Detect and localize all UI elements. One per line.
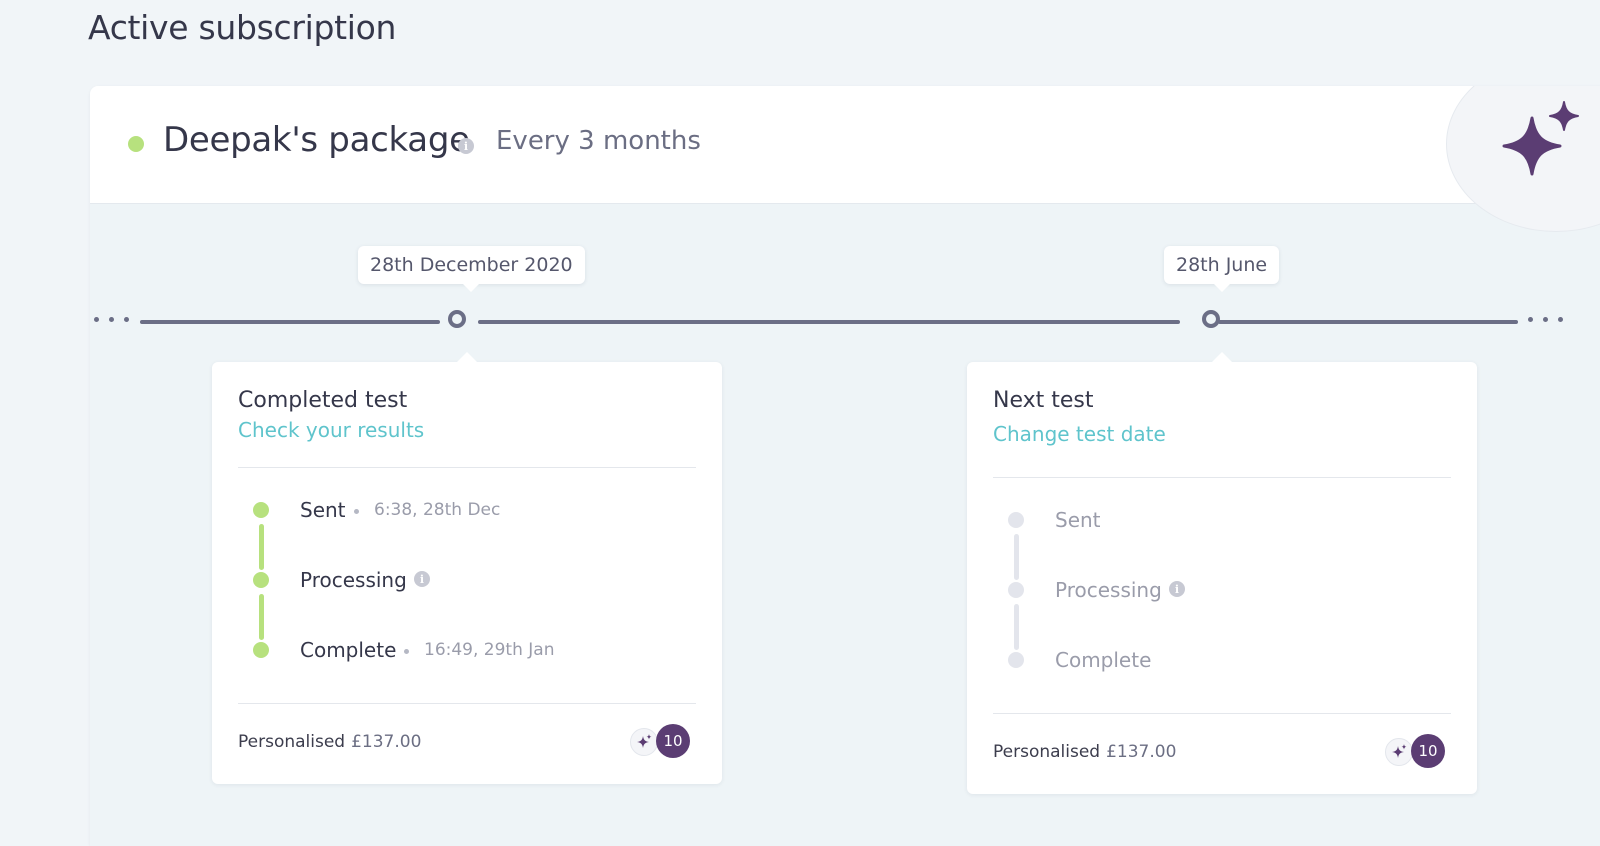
timeline-ellipsis-dot (94, 317, 99, 322)
sparkle-icon (1385, 738, 1413, 766)
step-time: 6:38, 28th Dec (374, 500, 501, 520)
step-label: Processing (300, 568, 407, 592)
package-header: Deepak's package i Every 3 months (90, 86, 1600, 232)
step-connector (1014, 604, 1019, 650)
step-label: Sent (300, 498, 346, 522)
sparkle-icon (630, 728, 658, 756)
timeline-ellipsis-dot (1558, 317, 1563, 322)
step-separator (354, 509, 359, 514)
package-price: £137.00 (351, 732, 422, 752)
timeline-line (140, 320, 440, 324)
package-type: Personalised £137.00 (993, 742, 1176, 762)
page-title: Active subscription (88, 8, 397, 47)
timeline-ellipsis-dot (1528, 317, 1533, 322)
package-name: Deepak's package (163, 120, 470, 160)
step-label: Processing (1055, 578, 1162, 602)
sparkle-icon (1502, 101, 1579, 176)
package-type: Personalised £137.00 (238, 732, 421, 752)
credits-badge: 10 (1385, 734, 1449, 770)
info-icon[interactable]: i (458, 138, 474, 154)
step-sent: Sent 6:38, 28th Dec (238, 498, 698, 522)
step-complete: Complete 16:49, 29th Jan (238, 638, 698, 662)
status-dot (128, 136, 144, 152)
credits-count: 10 (656, 724, 690, 758)
step-connector (259, 594, 264, 640)
step-processing: Processing i (993, 578, 1453, 602)
card-title: Completed test (238, 388, 408, 413)
timeline-date-tag: 28th June (1164, 246, 1280, 292)
timeline-ellipsis-dot (124, 317, 129, 322)
next-test-card: Next test Change test date Sent Processi… (967, 352, 1477, 794)
package-card: Deepak's package i Every 3 months 28th D… (90, 86, 1600, 846)
step-dot (253, 502, 269, 518)
step-dot (1008, 512, 1024, 528)
card-divider (993, 477, 1451, 478)
check-results-link[interactable]: Check your results (238, 418, 424, 442)
package-type-label: Personalised (993, 742, 1101, 762)
credits-badge: 10 (630, 724, 694, 760)
credits-count: 10 (1411, 734, 1445, 768)
card-title: Next test (993, 388, 1094, 413)
step-sent: Sent (993, 508, 1453, 532)
timeline-node[interactable] (448, 310, 466, 328)
step-label: Complete (1055, 648, 1152, 672)
step-label: Sent (1055, 508, 1101, 532)
step-connector (1014, 534, 1019, 580)
card-divider (238, 703, 696, 704)
package-price: £137.00 (1106, 742, 1177, 762)
step-dot (1008, 582, 1024, 598)
info-icon[interactable]: i (414, 571, 430, 587)
step-label: Complete (300, 638, 397, 662)
step-connector (259, 524, 264, 570)
timeline-line (478, 320, 1180, 324)
step-separator (404, 649, 409, 654)
step-complete: Complete (993, 648, 1453, 672)
completed-test-card: Completed test Check your results Sent 6… (212, 352, 722, 784)
timeline-node[interactable] (1202, 310, 1220, 328)
package-type-label: Personalised (238, 732, 346, 752)
timeline-date-tag: 28th December 2020 (358, 246, 585, 292)
step-dot (1008, 652, 1024, 668)
step-dot (253, 642, 269, 658)
card-divider (238, 467, 696, 468)
card-divider (993, 713, 1451, 714)
change-test-date-link[interactable]: Change test date (993, 422, 1166, 446)
step-dot (253, 572, 269, 588)
info-icon[interactable]: i (1169, 581, 1185, 597)
timeline-line (1218, 320, 1518, 324)
package-frequency: Every 3 months (496, 126, 701, 156)
step-time: 16:49, 29th Jan (424, 640, 555, 660)
timeline-ellipsis-dot (109, 317, 114, 322)
step-processing: Processing i (238, 568, 698, 592)
timeline-ellipsis-dot (1543, 317, 1548, 322)
